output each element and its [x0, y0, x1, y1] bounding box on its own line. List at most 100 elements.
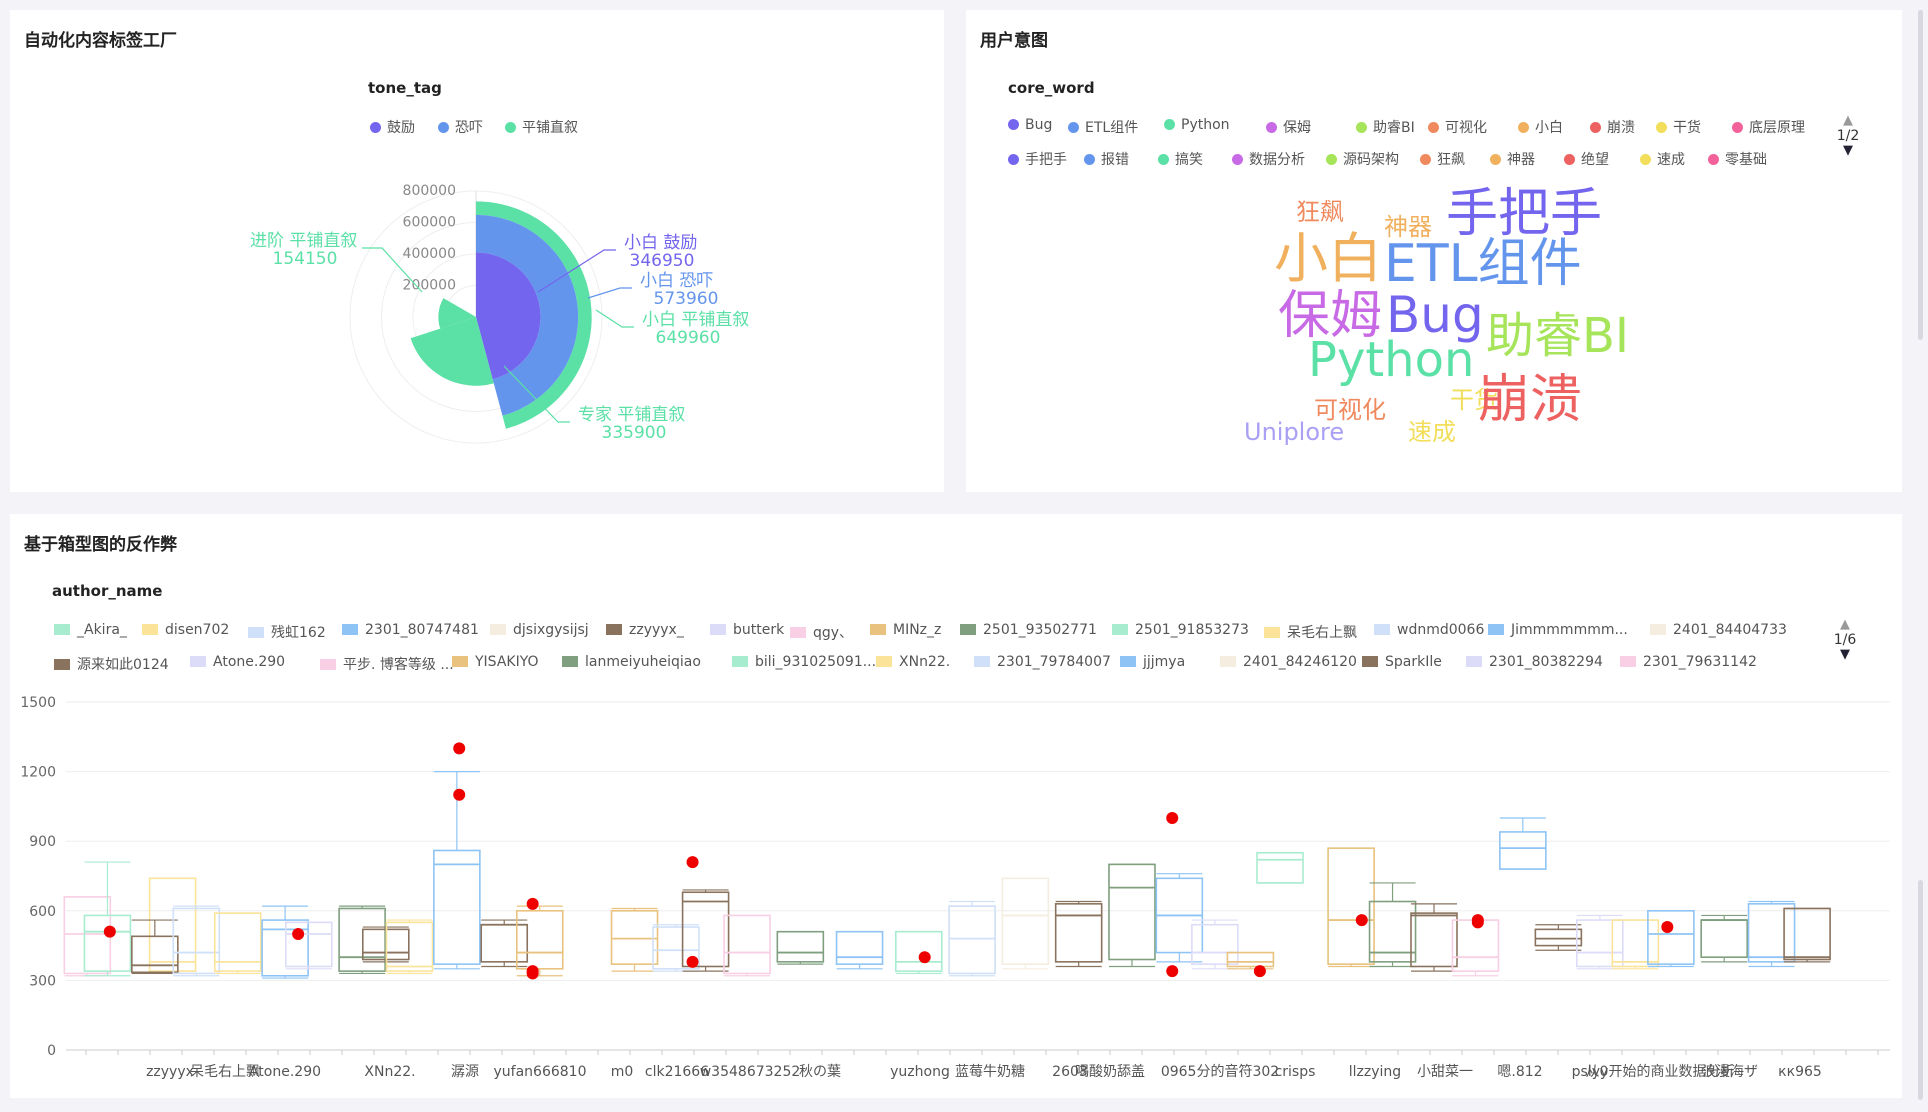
legend-marker-icon	[1490, 154, 1501, 165]
wordcloud-legend-item[interactable]: 神器	[1490, 149, 1535, 169]
wordcloud-word: 崩溃	[1478, 370, 1583, 430]
wordcloud-legend-item[interactable]: 绝望	[1564, 149, 1609, 169]
wordcloud-word: 小白	[1274, 227, 1382, 290]
wordcloud-word: ETL组件	[1384, 234, 1582, 294]
box-body	[1534, 928, 1583, 947]
box-body	[1191, 923, 1239, 965]
polar-segment-value: 573960	[654, 289, 719, 309]
polar-segment-label: 专家 平铺直叙	[578, 405, 685, 425]
box-body	[1256, 851, 1304, 884]
wordcloud-legend-item[interactable]: ETL组件	[1068, 117, 1138, 137]
y-tick-label: 300	[29, 973, 56, 989]
wordcloud-legend-item[interactable]: 崩溃	[1590, 117, 1635, 137]
legend-label: 可视化	[1445, 120, 1487, 136]
wordcloud-legend-item[interactable]: 数据分析	[1232, 149, 1305, 169]
x-tick-label: crisps	[1275, 1064, 1316, 1080]
legend-marker-icon	[1420, 154, 1431, 165]
legend-label: 狂飙	[1437, 152, 1465, 168]
outlier-point	[918, 951, 931, 964]
wordcloud-legend-item[interactable]: 搞笑	[1158, 149, 1203, 169]
legend-marker-icon	[1708, 154, 1719, 165]
wordcloud-legend-item[interactable]: 狂飙	[1420, 149, 1465, 169]
x-tick-label: 蓝莓牛奶糖	[955, 1064, 1025, 1080]
outlier-point	[1253, 965, 1266, 978]
intent-panel: 用户意图 core_word Bug ETL组件 Python 保姆 助睿BI 可视化 小白…	[966, 10, 1902, 492]
pager-up-icon[interactable]: ▲	[1833, 114, 1863, 128]
legend-marker-icon	[1428, 122, 1439, 133]
wordcloud-legend-item[interactable]: 手把手	[1008, 149, 1067, 169]
legend-label: 绝望	[1581, 152, 1609, 168]
legend-marker-icon	[1640, 154, 1651, 165]
legend-marker-icon	[1008, 119, 1019, 130]
x-tick-label: 浪漫海ザ	[1702, 1064, 1758, 1080]
legend-label: 报错	[1101, 152, 1129, 168]
wordcloud-legend-item[interactable]: Python	[1164, 117, 1230, 133]
legend-label: 速成	[1657, 152, 1685, 168]
box-body	[610, 909, 659, 965]
radial-tick-label: 600000	[403, 215, 456, 231]
wordcloud-legend-item[interactable]: 速成	[1640, 149, 1685, 169]
scrollbar-bottom[interactable]	[1918, 880, 1923, 1100]
outlier-point	[103, 925, 116, 938]
legend-label: 源码架构	[1343, 152, 1399, 168]
x-tick-label: llzzying	[1349, 1064, 1401, 1080]
box-body	[1499, 831, 1547, 870]
box-body	[131, 935, 179, 974]
wordcloud-legend-item[interactable]: 零基础	[1708, 149, 1767, 169]
wordcloud-word: 助睿BI	[1486, 308, 1630, 364]
x-tick-label: 嗯.812	[1497, 1064, 1542, 1080]
wordcloud-legend-item[interactable]: 干货	[1656, 117, 1701, 137]
polar-segment-value: 154150	[273, 249, 338, 269]
wordcloud-legend-item[interactable]: 底层原理	[1732, 117, 1805, 137]
legend-label: Python	[1181, 117, 1230, 133]
outlier-point	[1355, 914, 1368, 927]
outlier-point	[1471, 916, 1484, 929]
box-panel: 基于箱型图的反作弊 author_name _Akira_ disen702 残虹1…	[10, 514, 1902, 1098]
wordcloud-legend-item[interactable]: 报错	[1084, 149, 1129, 169]
legend-marker-icon	[1564, 154, 1575, 165]
legend-label: ETL组件	[1085, 120, 1139, 136]
outlier-point	[1166, 965, 1179, 978]
intent-legend-pager: ▲ 1/2 ▼	[1833, 114, 1863, 158]
wordcloud-word: Python	[1308, 332, 1475, 388]
wordcloud-word: 手把手	[1446, 184, 1603, 244]
legend-label: 崩溃	[1607, 120, 1635, 136]
x-tick-label: yuzhong	[890, 1064, 950, 1080]
legend-marker-icon	[1590, 122, 1601, 133]
legend-marker-icon	[1008, 154, 1019, 165]
y-tick-label: 1500	[20, 695, 56, 711]
legend-label: 底层原理	[1749, 120, 1805, 136]
legend-marker-icon	[1356, 122, 1367, 133]
pager-down-icon[interactable]: ▼	[1833, 144, 1863, 158]
wordcloud-word: 狂飙	[1296, 198, 1344, 226]
wordcloud-legend-item[interactable]: 源码架构	[1326, 149, 1399, 169]
outlier-point	[1661, 921, 1674, 934]
box-body	[480, 923, 529, 963]
wordcloud-legend-item[interactable]: 保姆	[1266, 117, 1311, 137]
box-body	[1054, 903, 1103, 963]
wordcloud-legend-item[interactable]: 小白	[1518, 117, 1563, 137]
legend-marker-icon	[1158, 154, 1169, 165]
x-tick-label: w3548673252	[700, 1064, 801, 1080]
box-body	[63, 896, 112, 975]
box-body	[1647, 909, 1695, 965]
scrollbar-top[interactable]	[1918, 10, 1923, 340]
wordcloud-legend-item[interactable]: Bug	[1008, 117, 1052, 133]
wordcloud-legend-item[interactable]: 可视化	[1428, 117, 1487, 137]
legend-label: 零基础	[1725, 152, 1767, 168]
tone-polar-chart: 8000006000004000002000000小白 鼓励346950小白 恐…	[250, 183, 749, 444]
legend-marker-icon	[1164, 119, 1175, 130]
y-tick-label: 0	[47, 1043, 56, 1059]
legend-marker-icon	[1068, 122, 1079, 133]
x-tick-label: кк965	[1778, 1064, 1822, 1080]
box-body	[776, 930, 825, 963]
box-body	[1700, 919, 1748, 958]
polar-label-line	[587, 287, 632, 299]
legend-label: 神器	[1507, 152, 1535, 168]
box-body	[1747, 903, 1796, 963]
box-body	[1001, 877, 1050, 965]
wordcloud-legend-item[interactable]: 助睿BI	[1356, 117, 1415, 137]
legend-label: 数据分析	[1249, 152, 1305, 168]
x-tick-label: XNn22.	[364, 1064, 415, 1080]
polar-segment-label: 小白 平铺直叙	[642, 310, 749, 330]
